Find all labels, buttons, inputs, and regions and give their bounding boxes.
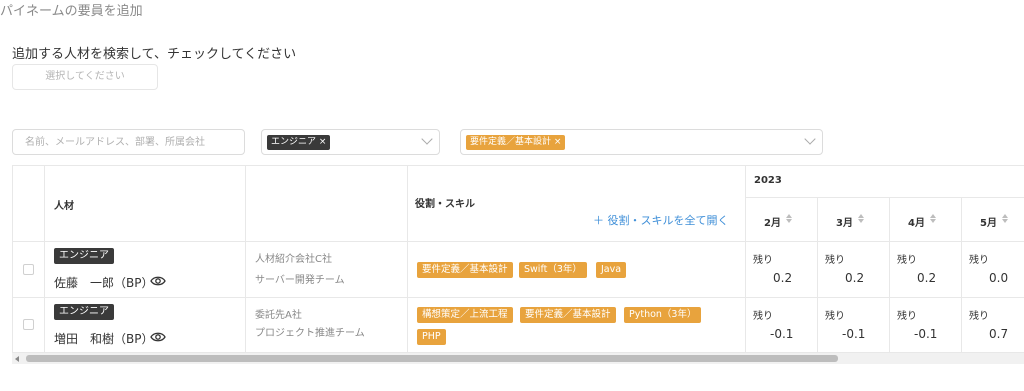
remaining-value: 0.2 [845, 271, 865, 285]
horizontal-scrollbar[interactable] [12, 353, 1024, 364]
sort-icon[interactable] [1002, 214, 1008, 223]
skill-filter-select[interactable]: 要件定義／基本設計 × [460, 129, 823, 155]
month-header-may[interactable]: 5月 [980, 214, 997, 229]
skill-tag: 要件定義／基本設計 [417, 262, 513, 278]
remaining-value: 0.2 [773, 271, 793, 285]
divider [745, 165, 746, 353]
instruction-text: 追加する人材を検索して、チェックしてください [12, 47, 297, 62]
role-badge: エンジニア [54, 248, 114, 264]
company-name: 委託先A社 [255, 310, 302, 321]
divider [407, 165, 408, 353]
skill-tag: Swift（3年） [519, 262, 587, 278]
eye-icon[interactable] [150, 331, 166, 343]
chevron-down-icon[interactable] [804, 133, 816, 145]
person-name: 増田 和樹（BP） [54, 332, 154, 346]
role-filter-chip-label: エンジニア [271, 137, 317, 147]
chip-remove-icon[interactable]: × [554, 137, 562, 147]
remaining-label: 残り [897, 255, 917, 266]
remaining-value: 0.7 [989, 327, 1009, 341]
remaining-value: 0.2 [917, 271, 937, 285]
select-button[interactable]: 選択してください [12, 64, 158, 90]
remaining-value: 0.0 [989, 271, 1009, 285]
skill-tag: 要件定義／基本設計 [520, 307, 616, 323]
row-checkbox[interactable] [23, 319, 34, 330]
divider [12, 165, 1024, 166]
divider [44, 165, 45, 353]
year-header: 2023 [754, 175, 782, 186]
role-filter-chip: エンジニア × [267, 135, 331, 150]
divider [245, 165, 246, 353]
divider [12, 297, 1024, 298]
chevron-down-icon[interactable] [421, 133, 433, 145]
remaining-label: 残り [897, 311, 917, 322]
staff-table: 人材 役割・スキル ＋ 役割・スキルを全て開く 2023 2月 3月 4月 5月… [12, 165, 1024, 353]
remaining-label: 残り [969, 311, 989, 322]
skill-tag: 構想策定／上流工程 [417, 307, 513, 323]
divider [745, 197, 1024, 198]
skill-tag: PHP [417, 329, 446, 345]
remaining-label: 残り [825, 255, 845, 266]
skill-filter-chip: 要件定義／基本設計 × [466, 135, 566, 150]
remaining-value: -0.1 [770, 327, 794, 341]
scrollbar-thumb[interactable] [26, 355, 838, 362]
chip-remove-icon[interactable]: × [319, 137, 327, 147]
remaining-value: -0.1 [842, 327, 866, 341]
remaining-label: 残り [825, 311, 845, 322]
month-header-mar[interactable]: 3月 [836, 214, 853, 229]
company-name: 人材紹介会社C社 [255, 254, 332, 265]
skill-tag: Python（3年） [624, 307, 702, 323]
divider [961, 197, 962, 353]
remaining-label: 残り [969, 255, 989, 266]
remaining-label: 残り [753, 311, 773, 322]
row-checkbox[interactable] [23, 264, 34, 275]
month-header-apr[interactable]: 4月 [908, 214, 925, 229]
header-person: 人材 [54, 201, 74, 212]
divider [12, 165, 13, 353]
sort-icon[interactable] [858, 214, 864, 223]
team-name: プロジェクト推進チーム [255, 328, 365, 339]
skill-filter-chip-label: 要件定義／基本設計 [470, 137, 552, 147]
divider [889, 197, 890, 353]
expand-all-skills-link[interactable]: ＋ 役割・スキルを全て開く [593, 212, 729, 228]
role-badge: エンジニア [54, 304, 114, 320]
divider [12, 241, 1024, 242]
team-name: サーバー開発チーム [255, 275, 345, 286]
role-filter-select[interactable]: エンジニア × [261, 129, 440, 155]
search-input[interactable] [12, 129, 245, 155]
month-header-feb[interactable]: 2月 [764, 214, 781, 229]
remaining-label: 残り [753, 255, 773, 266]
divider [817, 197, 818, 353]
sort-icon[interactable] [930, 214, 936, 223]
scroll-left-icon[interactable] [15, 356, 19, 362]
skill-tag: Java [596, 262, 627, 278]
header-skills: 役割・スキル [415, 199, 475, 210]
person-name: 佐藤 一郎（BP） [54, 276, 154, 290]
remaining-value: -0.1 [914, 327, 938, 341]
page-title: パイネームの要員を追加 [0, 4, 143, 19]
sort-icon[interactable] [786, 214, 792, 223]
eye-icon[interactable] [150, 275, 166, 287]
